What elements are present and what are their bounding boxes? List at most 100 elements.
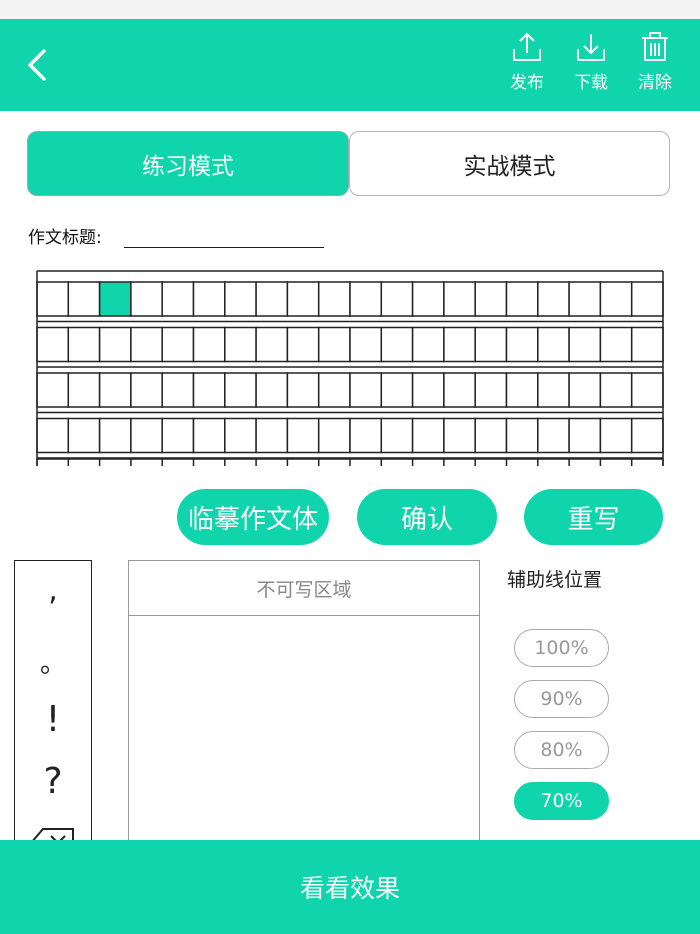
writing-grid[interactable] (36, 270, 664, 466)
grid-cell[interactable] (630, 281, 664, 317)
grid-cell[interactable] (130, 326, 163, 363)
grid-cell[interactable] (286, 417, 320, 454)
grid-cell[interactable] (599, 372, 633, 408)
grid-cell[interactable] (224, 281, 257, 317)
grid-cell[interactable] (630, 326, 664, 363)
grid-cell[interactable] (224, 372, 257, 408)
grid-cell[interactable] (474, 372, 508, 408)
grid-cell[interactable] (474, 417, 508, 454)
writing-pad[interactable]: 不可写区域 (128, 560, 480, 850)
grid-cell[interactable] (380, 281, 414, 317)
punct-comma-key[interactable]: , (15, 573, 91, 608)
aux-option-70[interactable]: 70% (514, 782, 609, 820)
grid-cell[interactable] (161, 372, 195, 408)
punct-period-key[interactable]: 。 (15, 643, 91, 680)
grid-cell[interactable] (380, 372, 414, 408)
grid-cell[interactable] (67, 372, 101, 408)
grid-cell[interactable] (411, 372, 445, 408)
grid-cell[interactable] (98, 326, 132, 363)
grid-cell[interactable] (505, 281, 539, 317)
grid-cell[interactable] (474, 281, 508, 317)
grid-cell[interactable] (286, 281, 320, 317)
grid-cell[interactable] (630, 372, 664, 408)
punct-exclaim-key[interactable]: ! (15, 699, 91, 740)
grid-cell[interactable] (255, 326, 289, 363)
grid-cell[interactable] (568, 417, 602, 454)
grid-cell[interactable] (192, 326, 226, 363)
grid-cell[interactable] (599, 326, 633, 363)
grid-cell[interactable] (411, 326, 445, 363)
grid-cell[interactable] (255, 417, 289, 454)
grid-cell[interactable] (317, 326, 351, 363)
grid-cell[interactable] (286, 326, 320, 363)
grid-cell[interactable] (411, 281, 445, 317)
aux-option-100[interactable]: 100% (514, 629, 609, 667)
grid-cell[interactable] (505, 372, 539, 408)
grid-cell[interactable] (224, 326, 257, 363)
grid-cell[interactable] (286, 372, 320, 408)
publish-button[interactable]: 发布 (502, 31, 552, 101)
grid-cell[interactable] (380, 417, 414, 454)
clear-button[interactable]: 清除 (630, 31, 680, 101)
grid-cell[interactable] (224, 417, 257, 454)
grid-cell[interactable] (349, 417, 383, 454)
grid-cell[interactable] (349, 326, 383, 363)
grid-cell[interactable] (568, 281, 602, 317)
rewrite-button[interactable]: 重写 (524, 489, 663, 545)
tab-practice-mode[interactable]: 练习模式 (27, 131, 349, 196)
grid-cell[interactable] (443, 326, 476, 363)
grid-cell[interactable] (67, 326, 101, 363)
grid-cell[interactable] (161, 281, 195, 317)
grid-cell[interactable] (505, 417, 539, 454)
grid-cell[interactable] (161, 417, 195, 454)
grid-cell[interactable] (599, 417, 633, 454)
grid-cell[interactable] (349, 372, 383, 408)
grid-cell[interactable] (317, 372, 351, 408)
grid-cell[interactable] (130, 417, 163, 454)
grid-cell[interactable] (130, 281, 163, 317)
grid-cell[interactable] (192, 281, 226, 317)
grid-cell[interactable] (98, 281, 132, 317)
grid-cell[interactable] (130, 372, 163, 408)
essay-title-input[interactable] (124, 247, 324, 248)
grid-cell[interactable] (537, 281, 570, 317)
grid-cell[interactable] (192, 417, 226, 454)
grid-cell[interactable] (443, 372, 476, 408)
grid-cell[interactable] (443, 417, 476, 454)
grid-cell[interactable] (36, 281, 70, 317)
punct-question-key[interactable]: ? (15, 761, 91, 802)
grid-cell[interactable] (537, 417, 570, 454)
grid-cell[interactable] (349, 281, 383, 317)
grid-cell[interactable] (161, 326, 195, 363)
grid-cell[interactable] (192, 372, 226, 408)
grid-cell[interactable] (411, 417, 445, 454)
confirm-button[interactable]: 确认 (357, 489, 497, 545)
grid-cell[interactable] (36, 372, 70, 408)
grid-cell[interactable] (568, 326, 602, 363)
grid-cell[interactable] (36, 326, 70, 363)
back-button[interactable] (18, 45, 58, 85)
grid-cell[interactable] (255, 372, 289, 408)
preview-button[interactable]: 看看效果 (0, 840, 700, 934)
grid-cell[interactable] (443, 281, 476, 317)
grid-cell[interactable] (599, 281, 633, 317)
grid-cell[interactable] (537, 326, 570, 363)
download-button[interactable]: 下载 (566, 31, 616, 101)
grid-cell[interactable] (98, 372, 132, 408)
grid-cell[interactable] (505, 326, 539, 363)
grid-cell[interactable] (380, 326, 414, 363)
grid-cell[interactable] (255, 281, 289, 317)
grid-cell[interactable] (317, 417, 351, 454)
grid-cell[interactable] (98, 417, 132, 454)
grid-cell[interactable] (474, 326, 508, 363)
grid-cell[interactable] (67, 417, 101, 454)
grid-cell[interactable] (36, 417, 70, 454)
tab-combat-mode[interactable]: 实战模式 (349, 131, 670, 196)
grid-cell[interactable] (317, 281, 351, 317)
grid-cell[interactable] (67, 281, 101, 317)
grid-cell[interactable] (630, 417, 664, 454)
aux-option-80[interactable]: 80% (514, 731, 609, 769)
grid-cell[interactable] (568, 372, 602, 408)
aux-option-90[interactable]: 90% (514, 680, 609, 718)
grid-cell[interactable] (537, 372, 570, 408)
